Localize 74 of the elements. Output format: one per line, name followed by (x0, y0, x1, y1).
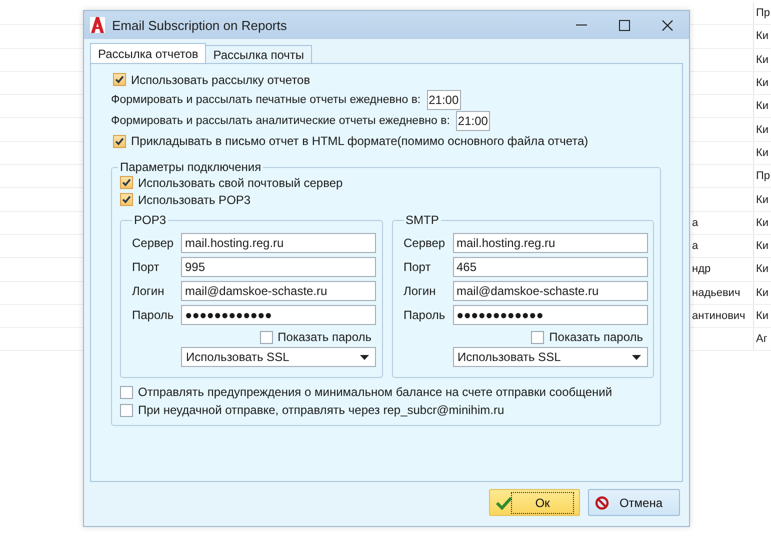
checkbox-label: Показать пароль (278, 330, 372, 344)
input-field[interactable]: ●●●●●●●●●●●● (181, 305, 376, 325)
table-cell: Ки (753, 142, 771, 164)
app-logo-icon (90, 17, 105, 33)
field-label: Пароль (132, 308, 175, 322)
table-cell: Ки (753, 48, 771, 71)
caret-icon (360, 354, 369, 360)
schedule-label: Формировать и рассылать аналитические отчеты ежедневно в: (111, 114, 450, 126)
table-cell: Пр (753, 2, 771, 24)
group-title: Параметры подключения (119, 160, 262, 174)
no-entry-icon (595, 496, 609, 510)
table-cell: Ки (753, 282, 771, 304)
checkbox[interactable] (260, 330, 273, 344)
checkbox[interactable] (120, 386, 133, 398)
input-field[interactable]: ●●●●●●●●●●●● (452, 305, 648, 325)
checkbox-label: Прикладывать в письмо отчет в HTML формате(помимо основного файла отчета) (131, 134, 588, 148)
checkbox[interactable] (120, 404, 133, 416)
field-label: Порт (132, 260, 160, 274)
time-field[interactable]: 21:00 (426, 90, 461, 110)
checkbox[interactable] (120, 176, 133, 189)
field-label: Логин (132, 284, 166, 298)
input-field[interactable]: mail.hosting.reg.ru (452, 233, 648, 253)
minimize-icon (576, 24, 587, 26)
checkmark-icon (496, 496, 512, 510)
field-label: Сервер (132, 236, 175, 250)
table-cell: Ки (753, 72, 771, 94)
tab[interactable]: Рассылка почты (205, 45, 312, 63)
table-cell: Ки (753, 258, 771, 281)
table-cell: Ки (753, 234, 771, 258)
ok-button[interactable]: Ок (489, 489, 580, 516)
checkbox-label: Показать пароль (549, 330, 643, 344)
checkbox-label: Использовать рассылку отчетов (131, 72, 310, 86)
table-cell: Ки (753, 212, 771, 234)
table-cell-text: ндр (692, 262, 712, 278)
close-icon (662, 20, 673, 30)
field-label: Порт (404, 260, 432, 274)
checkbox-label: Отправлять предупреждения о минимальном балансе на счете отправки сообщений (138, 385, 612, 399)
table-cell: Ки (753, 188, 771, 211)
table-cell: Ки (753, 25, 771, 48)
field-label: Логин (404, 284, 437, 298)
input-field[interactable]: 995 (181, 257, 376, 277)
window-title: Email Subscription on Reports (112, 18, 288, 32)
ssl-dropdown[interactable]: Использовать SSL (181, 347, 376, 367)
table-cell-text: антинович (692, 309, 746, 324)
input-field[interactable]: mail.hosting.reg.ru (181, 233, 376, 253)
table-cell-text: надьевич (692, 286, 742, 301)
checkbox-label: Использовать POP3 (138, 192, 251, 206)
cancel-button[interactable]: Отмена (588, 489, 680, 516)
input-field[interactable]: 465 (452, 257, 648, 277)
input-field[interactable]: mail@damskoe-schaste.ru (452, 281, 648, 301)
table-cell-text: а (692, 216, 700, 231)
table-cell: Ки (753, 304, 771, 328)
checkbox[interactable] (113, 134, 126, 148)
field-label: Пароль (404, 308, 446, 322)
input-field[interactable]: mail@damskoe-schaste.ru (181, 281, 376, 301)
table-cell-text: а (692, 239, 700, 254)
checkbox-label: Использовать свой почтовый сервер (138, 176, 343, 190)
table-cell: Пр (753, 165, 771, 188)
tab[interactable]: Рассылка отчетов (90, 43, 206, 63)
checkbox[interactable] (120, 193, 133, 206)
table-cell: Аг (753, 328, 771, 350)
table-cell: Ки (753, 118, 771, 141)
table-cell: Ки (753, 95, 771, 118)
checkbox[interactable] (531, 330, 544, 344)
group-title: SMTP (404, 213, 440, 227)
checkbox-label: При неудачной отправке, отправлять через rep_subcr@minihim.ru (138, 403, 504, 417)
schedule-label: Формировать и рассылать печатные отчеты ежедневно в: (111, 94, 421, 106)
field-label: Сервер (404, 236, 446, 250)
maximize-icon (619, 20, 630, 30)
checkbox[interactable] (113, 73, 126, 86)
ssl-dropdown[interactable]: Использовать SSL (452, 347, 648, 367)
caret-icon (632, 354, 640, 360)
group-title: POP3 (133, 213, 168, 227)
time-field[interactable]: 21:00 (456, 110, 490, 130)
